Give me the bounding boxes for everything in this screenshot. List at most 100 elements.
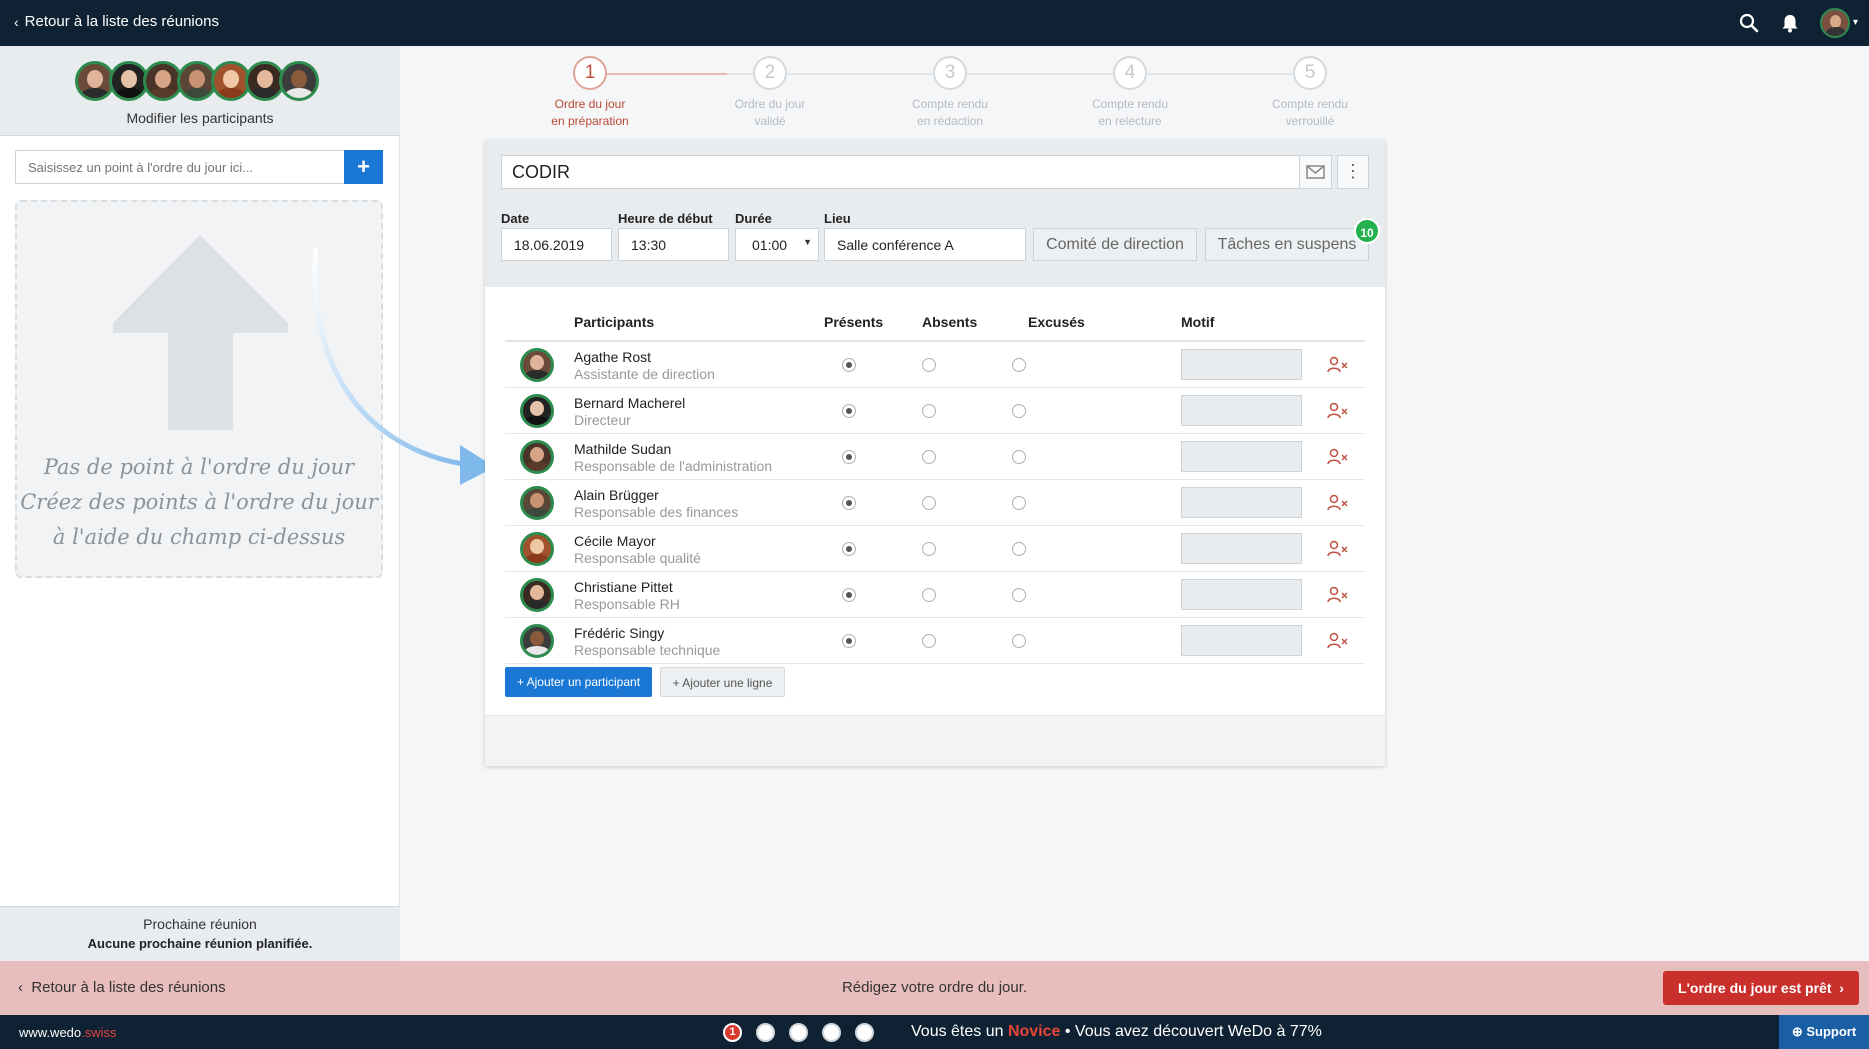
chevron-down-icon[interactable]: ▾	[1853, 17, 1858, 28]
add-line-button[interactable]: + Ajouter une ligne	[660, 667, 785, 697]
reason-input[interactable]	[1181, 625, 1302, 656]
absent-radio[interactable]	[922, 588, 936, 602]
next-meeting-value: Aucune prochaine réunion planifiée.	[87, 936, 313, 951]
absent-radio[interactable]	[922, 404, 936, 418]
step-3[interactable]: 3 Compte rendu en rédaction	[890, 56, 1010, 130]
remove-participant-icon[interactable]	[1327, 447, 1349, 467]
absent-radio[interactable]	[922, 634, 936, 648]
back-to-meetings-bottom-link[interactable]: ‹ Retour à la liste des réunions	[18, 979, 226, 996]
col-excused: Excusés	[1028, 314, 1085, 330]
committee-button[interactable]: Comité de direction	[1033, 228, 1197, 261]
present-radio[interactable]	[842, 634, 856, 648]
add-participant-button[interactable]: + Ajouter un participant	[505, 667, 652, 697]
excused-radio[interactable]	[1012, 404, 1026, 418]
step-number: 5	[1293, 56, 1327, 90]
envelope-icon	[1306, 165, 1325, 179]
agenda-ready-label: L'ordre du jour est prêt	[1678, 980, 1832, 996]
tour-progress-dots: 1	[723, 1023, 874, 1042]
present-radio[interactable]	[842, 588, 856, 602]
avatar	[520, 486, 554, 520]
participant-name: Bernard Macherel	[574, 395, 686, 411]
present-radio[interactable]	[842, 542, 856, 556]
reason-input[interactable]	[1181, 441, 1302, 472]
avatar	[520, 532, 554, 566]
step-number: 1	[573, 56, 607, 90]
meeting-card: CODIR ⋮ Date 18.06.2019 Heure de début 1…	[485, 140, 1385, 766]
discovery-progress: Vous êtes un Novice • Vous avez découver…	[911, 1023, 1322, 1040]
support-label: Support	[1806, 1024, 1857, 1039]
participant-name: Mathilde Sudan	[574, 441, 672, 457]
step-label: Compte rendu en relecture	[1091, 97, 1169, 128]
reason-input[interactable]	[1181, 579, 1302, 610]
bell-icon[interactable]	[1779, 12, 1801, 34]
location-field[interactable]: Salle conférence A	[824, 228, 1026, 261]
excused-radio[interactable]	[1012, 588, 1026, 602]
tour-dot[interactable]	[756, 1023, 775, 1042]
start-time-field[interactable]: 13:30	[618, 228, 729, 261]
excused-radio[interactable]	[1012, 542, 1026, 556]
participant-avatars[interactable]	[75, 61, 319, 101]
table-row: Mathilde Sudan Responsable de l'administr…	[505, 434, 1365, 480]
present-radio[interactable]	[842, 358, 856, 372]
tour-dot[interactable]	[822, 1023, 841, 1042]
table-row: Alain Brügger Responsable des finances	[505, 480, 1365, 526]
workflow-stepper: 1 Ordre du jour en préparation 2 Ordre du…	[530, 56, 1370, 136]
table-row: Bernard Macherel Directeur	[505, 388, 1365, 434]
absent-radio[interactable]	[922, 496, 936, 510]
reason-input[interactable]	[1181, 395, 1302, 426]
step-4[interactable]: 4 Compte rendu en relecture	[1070, 56, 1190, 130]
add-agenda-item-button[interactable]: +	[344, 150, 383, 184]
present-radio[interactable]	[842, 404, 856, 418]
reason-input[interactable]	[1181, 533, 1302, 564]
search-icon[interactable]	[1738, 12, 1760, 34]
remove-participant-icon[interactable]	[1327, 631, 1349, 651]
more-options-button[interactable]: ⋮	[1337, 155, 1369, 189]
user-avatar[interactable]	[1820, 8, 1850, 38]
present-radio[interactable]	[842, 450, 856, 464]
site-link[interactable]: www.wedo.swiss	[19, 1025, 117, 1040]
remove-participant-icon[interactable]	[1327, 355, 1349, 375]
next-meeting-label: Prochaine réunion	[143, 916, 257, 932]
absent-radio[interactable]	[922, 450, 936, 464]
absent-radio[interactable]	[922, 542, 936, 556]
email-button[interactable]	[1299, 155, 1332, 189]
duration-select[interactable]: 01:00 ▼	[735, 228, 819, 261]
avatar	[520, 578, 554, 612]
participant-name: Frédéric Singy	[574, 625, 665, 641]
step-2[interactable]: 2 Ordre du jour validé	[710, 56, 830, 130]
modify-participants-link[interactable]: Modifier les participants	[0, 110, 400, 126]
excused-radio[interactable]	[1012, 450, 1026, 464]
remove-participant-icon[interactable]	[1327, 401, 1349, 421]
step-5[interactable]: 5 Compte rendu verrouillé	[1250, 56, 1370, 130]
step-number: 3	[933, 56, 967, 90]
agenda-ready-button[interactable]: L'ordre du jour est prêt ›	[1663, 971, 1859, 1005]
excused-radio[interactable]	[1012, 496, 1026, 510]
remove-participant-icon[interactable]	[1327, 493, 1349, 513]
present-radio[interactable]	[842, 496, 856, 510]
avatar	[520, 440, 554, 474]
reason-input[interactable]	[1181, 349, 1302, 380]
step-label: Compte rendu verrouillé	[1271, 97, 1349, 128]
duration-label: Durée	[735, 211, 772, 226]
step-1[interactable]: 1 Ordre du jour en préparation	[530, 56, 650, 130]
remove-participant-icon[interactable]	[1327, 585, 1349, 605]
excused-radio[interactable]	[1012, 358, 1026, 372]
tour-dot[interactable]	[789, 1023, 808, 1042]
agenda-item-input[interactable]	[15, 150, 345, 184]
participant-role: Responsable RH	[574, 596, 680, 612]
date-field[interactable]: 18.06.2019	[501, 228, 612, 261]
participant-role: Directeur	[574, 412, 631, 428]
back-to-meetings-link[interactable]: ‹ Retour à la liste des réunions	[14, 13, 219, 30]
tour-dot[interactable]	[855, 1023, 874, 1042]
reason-input[interactable]	[1181, 487, 1302, 518]
hint-arrow-icon	[312, 247, 495, 485]
absent-radio[interactable]	[922, 358, 936, 372]
top-bar: ‹ Retour à la liste des réunions ▾	[0, 0, 1869, 46]
pending-tasks-button[interactable]: Tâches en suspens	[1205, 228, 1369, 261]
support-button[interactable]: ⊕ Support	[1779, 1015, 1869, 1049]
remove-participant-icon[interactable]	[1327, 539, 1349, 559]
meeting-title-field[interactable]: CODIR	[501, 155, 1308, 189]
tour-dot[interactable]: 1	[723, 1023, 742, 1042]
excused-radio[interactable]	[1012, 634, 1026, 648]
back-to-meetings-label: Retour à la liste des réunions	[24, 13, 219, 30]
